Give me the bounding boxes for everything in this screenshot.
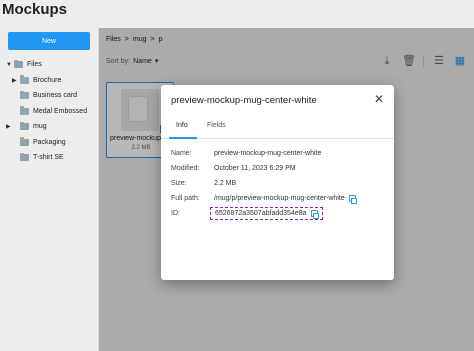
tree-item-label: T-shirt SE bbox=[33, 154, 64, 162]
property-key: ID: bbox=[171, 210, 180, 217]
tree-item-label: Business card bbox=[33, 92, 77, 100]
tab-fields[interactable]: Fields bbox=[207, 120, 226, 131]
tree-item-packaging[interactable]: Packaging bbox=[6, 135, 98, 151]
tree-item-label: Files bbox=[27, 61, 42, 69]
dialog-tabs: Info Fields bbox=[161, 117, 394, 139]
property-key: Name: bbox=[171, 150, 192, 157]
folder-icon bbox=[14, 59, 23, 69]
tree-item-label: Packaging bbox=[33, 138, 66, 146]
property-row-path: Full path: /mug/p/preview-mockup-mug-cen… bbox=[171, 191, 358, 206]
tree-item-brochure[interactable]: ▶ Brochure bbox=[6, 73, 98, 89]
property-value: /mug/p/preview-mockup-mug-center-white bbox=[214, 195, 345, 202]
property-value: 2.2 MB bbox=[214, 180, 237, 187]
app-title: Mockups bbox=[2, 1, 68, 18]
file-properties: Name: preview-mockup-mug-center-white Mo… bbox=[171, 146, 358, 221]
copy-icon[interactable] bbox=[348, 195, 358, 204]
tree-item-label: Medal Embossed bbox=[33, 107, 88, 115]
folder-icon bbox=[20, 90, 29, 100]
tab-info[interactable]: Info bbox=[176, 120, 188, 131]
close-icon[interactable]: ✕ bbox=[374, 92, 384, 106]
file-info-dialog: preview-mockup-mug-center-white ✕ Info F… bbox=[161, 85, 394, 280]
property-key: Modified: bbox=[171, 165, 200, 172]
property-key: Full path: bbox=[171, 195, 200, 202]
folder-icon bbox=[20, 75, 29, 84]
folder-icon bbox=[20, 152, 29, 162]
folder-icon bbox=[20, 106, 29, 115]
property-row-size: Size: 2.2 MB bbox=[171, 176, 356, 191]
property-key: Size: bbox=[171, 180, 187, 187]
property-value: preview-mockup-mug-center-white bbox=[214, 150, 322, 157]
tree-item-label: mug bbox=[33, 123, 47, 131]
tree-item-files[interactable]: ▼ Files bbox=[6, 57, 98, 73]
chevron-right-icon[interactable]: ▶ bbox=[12, 77, 20, 84]
copy-icon[interactable] bbox=[310, 210, 319, 219]
chevron-right-icon[interactable]: ▶ bbox=[6, 123, 14, 130]
property-row-name: Name: preview-mockup-mug-center-white bbox=[171, 146, 356, 161]
property-value: 6526872a3507abfadd354e8a bbox=[215, 210, 307, 217]
tree-item-business-card[interactable]: Business card bbox=[6, 88, 98, 104]
property-row-id: ID: 6526872a3507abfadd354e8a bbox=[171, 206, 356, 221]
dialog-title: preview-mockup-mug-center-white bbox=[171, 95, 317, 106]
property-value: October 11, 2023 6:29 PM bbox=[214, 165, 296, 172]
tree-item-label: Brochure bbox=[33, 76, 62, 84]
active-tab-indicator bbox=[169, 137, 197, 139]
tree-item-medal-embossed[interactable]: Medal Embossed bbox=[6, 104, 98, 120]
property-row-modified: Modified: October 11, 2023 6:29 PM bbox=[171, 161, 356, 176]
folder-icon bbox=[20, 137, 29, 146]
id-highlight: 6526872a3507abfadd354e8a bbox=[210, 207, 323, 220]
tree-item-tshirt-se[interactable]: T-shirt SE bbox=[6, 150, 98, 166]
chevron-down-icon[interactable]: ▼ bbox=[6, 62, 14, 68]
folder-icon bbox=[20, 121, 29, 131]
folder-tree: ▼ Files ▶ Brochure Business card Medal E… bbox=[6, 57, 98, 166]
tree-item-mug[interactable]: ▶ mug bbox=[6, 119, 98, 135]
new-button[interactable]: New bbox=[8, 32, 90, 50]
